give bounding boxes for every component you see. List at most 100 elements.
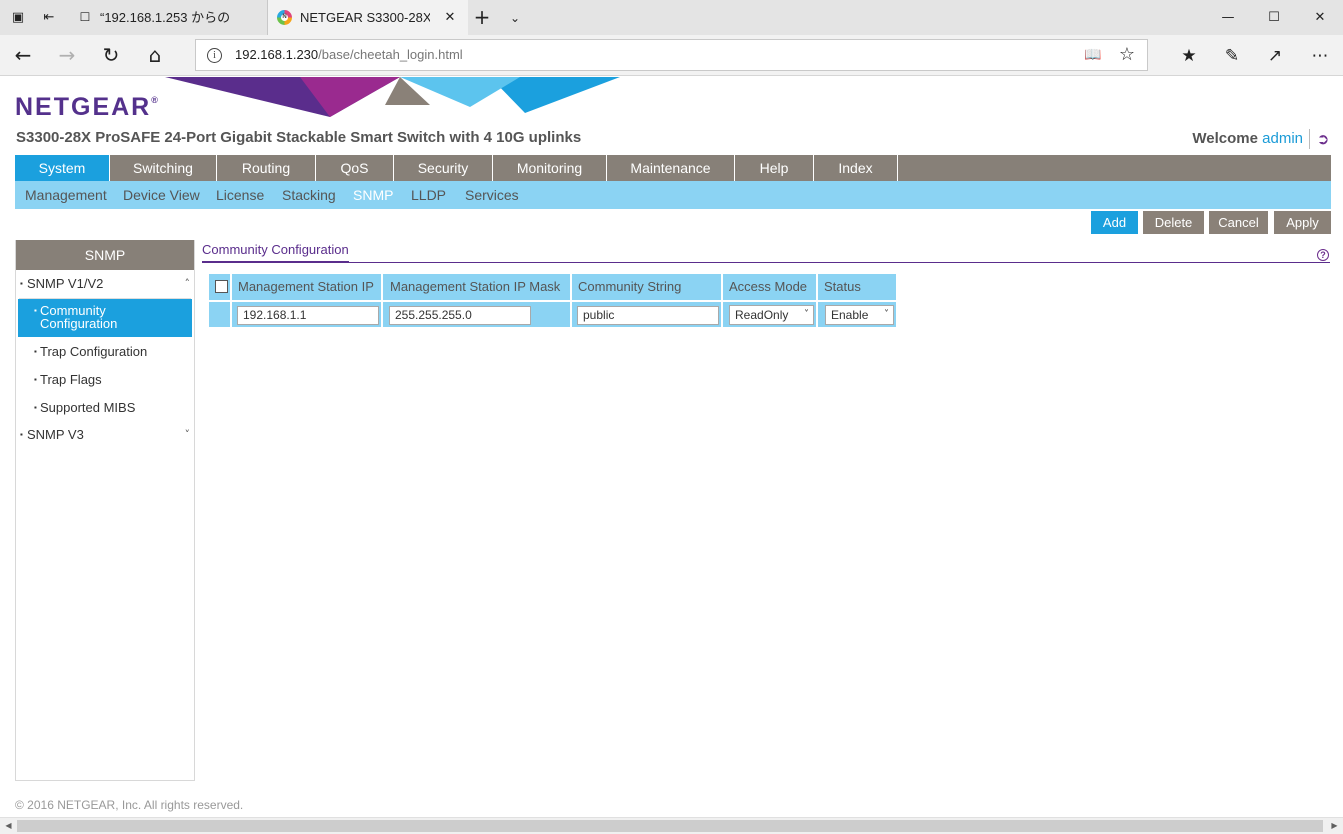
home-icon[interactable]: ⌂ [140, 41, 170, 69]
sidebar-group-snmp-v3[interactable]: ▪ SNMP V3 ˅ [16, 422, 194, 448]
sidebar-item-label: Community Configuration [40, 303, 118, 331]
favorite-star-icon[interactable]: ☆ [1117, 45, 1137, 65]
sidebar-group-snmp-v1-v2[interactable]: ▪ SNMP V1/V2 ˄ [16, 271, 194, 297]
tab-maintenance[interactable]: Maintenance [607, 155, 735, 181]
address-bar[interactable]: i 192.168.1.230/base/cheetah_login.html … [195, 39, 1148, 71]
sidebar-item-label: Trap Configuration [40, 344, 148, 359]
tab-monitoring[interactable]: Monitoring [493, 155, 607, 181]
community-string-input[interactable]: public [577, 306, 719, 325]
browser-tab-2[interactable]: N NETGEAR S3300-28X ✕ [268, 0, 468, 35]
browser-tab-bar: ▣ ⇤ ☐ “192.168.1.253 からの応答を待 N NETGEAR S… [0, 0, 1343, 35]
url-host: 192.168.1.230 [235, 47, 319, 62]
page-title: Community Configuration [202, 242, 349, 263]
chevron-up-icon: ˄ [184, 277, 191, 290]
chevron-down-icon: ˅ [184, 428, 191, 441]
url-path: /base/cheetah_login.html [318, 47, 463, 62]
subtab-snmp[interactable]: SNMP [353, 181, 393, 209]
access-mode-value: ReadOnly [735, 308, 789, 322]
scroll-left-icon[interactable]: ◀ [0, 818, 17, 834]
sidebar-item-label: Supported MIBS [40, 400, 136, 415]
sidebar-title: SNMP [16, 240, 194, 270]
minimize-button[interactable]: — [1205, 0, 1251, 35]
sub-navigation: Management Device View License Stacking … [15, 181, 1331, 209]
subtab-device-view[interactable]: Device View [123, 181, 200, 209]
set-aside-tabs-icon[interactable]: ⇤ [40, 9, 58, 27]
close-window-button[interactable]: ✕ [1297, 0, 1343, 35]
username: admin [1262, 130, 1303, 147]
reading-view-icon[interactable]: 📖 [1083, 46, 1103, 64]
subtab-stacking[interactable]: Stacking [282, 181, 336, 209]
sidebar-item-supported-mibs[interactable]: ▪ Supported MIBS [18, 401, 192, 415]
sidebar-item-trap-configuration[interactable]: ▪ Trap Configuration [18, 345, 192, 359]
subtab-services[interactable]: Services [465, 181, 519, 209]
apply-button[interactable]: Apply [1274, 211, 1331, 234]
document-icon: ☐ [79, 10, 91, 24]
refresh-icon[interactable]: ↻ [96, 41, 126, 69]
sidebar-item-label: Trap Flags [40, 372, 102, 387]
tab-switching[interactable]: Switching [110, 155, 217, 181]
status-select[interactable]: Enable ˅ [825, 305, 894, 325]
back-arrow-icon[interactable]: ← [8, 41, 38, 69]
maximize-button[interactable]: ☐ [1251, 0, 1297, 35]
bullet-icon: ▪ [34, 306, 37, 315]
scrollbar-thumb[interactable] [17, 820, 1323, 832]
product-title: S3300-28X ProSAFE 24-Port Gigabit Stacka… [16, 129, 582, 146]
logout-icon[interactable]: ➲ [1314, 130, 1332, 148]
browser-tab-1[interactable]: ☐ “192.168.1.253 からの応答を待 [68, 0, 268, 35]
tab-routing[interactable]: Routing [217, 155, 316, 181]
tab-system[interactable]: System [15, 155, 110, 181]
tab-preview-chevron-icon[interactable]: ⌄ [505, 8, 525, 28]
status-value: Enable [831, 308, 869, 322]
sidebar-group-label: SNMP V3 [27, 427, 84, 442]
tab-index[interactable]: Index [814, 155, 898, 181]
url-text[interactable]: 192.168.1.230/base/cheetah_login.html [235, 40, 463, 70]
sidebar: SNMP ▪ SNMP V1/V2 ˄ ▪ Community Configur… [15, 240, 195, 781]
access-mode-select[interactable]: ReadOnly ˅ [729, 305, 814, 325]
web-note-icon[interactable]: ✎ [1219, 43, 1245, 69]
column-header-ip: Management Station IP [238, 279, 374, 294]
header-banner-graphic [165, 77, 620, 117]
tab-qos[interactable]: QoS [316, 155, 394, 181]
close-tab-icon[interactable]: ✕ [442, 0, 458, 35]
new-tab-button[interactable]: + [472, 7, 492, 28]
add-button[interactable]: Add [1091, 211, 1138, 234]
delete-button[interactable]: Delete [1143, 211, 1204, 234]
header-divider [1309, 129, 1310, 149]
column-header-community: Community String [578, 279, 682, 294]
chevron-down-icon: ˅ [804, 309, 809, 320]
netgear-web-ui: NETGEAR® S3300-28X ProSAFE 24-Port Gigab… [0, 77, 1343, 817]
copyright-text: © 2016 NETGEAR, Inc. All rights reserved… [15, 798, 244, 812]
title-underline [202, 262, 1330, 263]
horizontal-scrollbar[interactable]: ◀ ▶ [0, 817, 1343, 834]
main-navigation: System Switching Routing QoS Security Mo… [15, 155, 1331, 181]
tab-help[interactable]: Help [735, 155, 814, 181]
subtab-management[interactable]: Management [25, 181, 107, 209]
sidebar-item-trap-flags[interactable]: ▪ Trap Flags [18, 373, 192, 387]
community-table: Management Station IP Management Station… [209, 274, 896, 327]
select-all-checkbox[interactable] [215, 280, 228, 293]
site-info-icon[interactable]: i [207, 48, 222, 63]
help-icon[interactable]: ? [1317, 249, 1329, 261]
column-header-status: Status [824, 279, 861, 294]
share-icon[interactable]: ↗ [1262, 43, 1288, 69]
subtab-license[interactable]: License [216, 181, 264, 209]
welcome-message: Welcome admin [1192, 130, 1303, 147]
forward-arrow-icon[interactable]: → [52, 41, 82, 69]
bullet-icon: ▪ [34, 375, 37, 384]
bullet-icon: ▪ [20, 279, 23, 288]
address-toolbar: ← → ↻ ⌂ i 192.168.1.230/base/cheetah_log… [0, 35, 1343, 76]
subtab-lldp[interactable]: LLDP [411, 181, 446, 209]
welcome-label: Welcome [1192, 130, 1258, 147]
cancel-button[interactable]: Cancel [1209, 211, 1268, 234]
netgear-favicon-icon: N [277, 10, 292, 25]
management-station-ip-mask-input[interactable]: 255.255.255.0 [389, 306, 531, 325]
management-station-ip-input[interactable]: 192.168.1.1 [237, 306, 379, 325]
scroll-right-icon[interactable]: ▶ [1326, 818, 1343, 834]
chevron-down-icon: ˅ [884, 309, 889, 320]
row-divider [209, 300, 896, 302]
tab-actions-icon[interactable]: ▣ [9, 9, 27, 27]
favorites-hub-icon[interactable]: ★ [1176, 43, 1202, 69]
tab-security[interactable]: Security [394, 155, 493, 181]
more-options-icon[interactable]: ⋯ [1307, 43, 1333, 69]
sidebar-item-community-configuration[interactable]: ▪ Community Configuration [18, 299, 192, 337]
